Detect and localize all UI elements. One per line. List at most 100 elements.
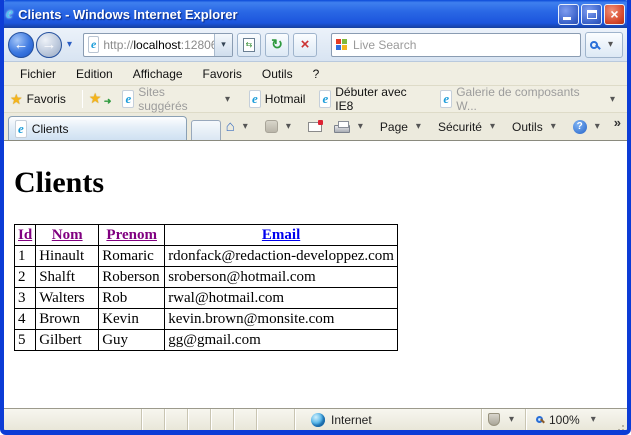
cell-id: 2 [15, 267, 36, 288]
menu-aide[interactable]: ? [303, 64, 330, 84]
galerie-dropdown[interactable]: ▾ [605, 94, 620, 105]
compatibility-view-icon: ⇆ [243, 38, 255, 52]
title-bar: e Clients - Windows Internet Explorer × [0, 0, 631, 28]
minimize-button[interactable] [558, 4, 579, 25]
add-favorite-star-icon: ★ [89, 90, 102, 106]
add-to-favorites-button[interactable]: ★➜ [89, 90, 106, 108]
internet-globe-icon [311, 413, 325, 427]
menu-outils[interactable]: Outils [252, 64, 303, 84]
favorite-hotmail[interactable]: e Hotmail [242, 90, 312, 108]
tab-clients[interactable]: e Clients [8, 116, 187, 140]
compatibility-view-button[interactable]: ⇆ [237, 33, 261, 57]
tools-menu-button[interactable]: Outils ▾ [507, 118, 566, 136]
cell-prenom: Kevin [99, 309, 165, 330]
menu-edition[interactable]: Edition [66, 64, 123, 84]
cell-email: rwal@hotmail.com [165, 288, 398, 309]
recent-pages-dropdown[interactable]: ▾ [62, 39, 77, 50]
tools-dropdown-icon: ▾ [546, 121, 561, 132]
protected-mode-dropdown[interactable]: ▾ [504, 414, 519, 425]
page-menu-button[interactable]: Page ▾ [375, 118, 431, 136]
refresh-button[interactable]: ↻ [265, 33, 289, 57]
favorites-star-icon: ★ [10, 91, 23, 108]
close-button[interactable]: × [604, 4, 625, 25]
resize-grip[interactable] [613, 416, 627, 430]
help-menu-button[interactable]: ? ▾ [568, 118, 610, 136]
favorite-galerie-composants[interactable]: e Galerie de composants W... ▾ [433, 85, 627, 113]
stop-button[interactable]: × [293, 33, 317, 57]
search-box[interactable] [331, 33, 581, 57]
sort-prenom-link[interactable]: Prenom [106, 227, 157, 243]
menu-affichage[interactable]: Affichage [123, 64, 193, 84]
tab-label: Clients [32, 122, 69, 136]
ie-favicon: e [122, 90, 134, 108]
toolbar-overflow-chevron[interactable]: » [612, 113, 625, 130]
status-segment [211, 409, 234, 430]
security-zone-indicator: Internet [295, 409, 482, 430]
cell-email: kevin.brown@monsite.com [165, 309, 398, 330]
status-bar: Internet ▾ 100% ▾ [4, 408, 627, 430]
sort-nom-link[interactable]: Nom [52, 227, 83, 243]
feeds-dropdown[interactable]: ▾ [281, 121, 296, 132]
table-row: 5 Gilbert Guy gg@gmail.com [15, 330, 398, 351]
cell-nom: Brown [36, 309, 99, 330]
read-mail-button[interactable] [303, 120, 327, 134]
table-row: 2 Shalft Roberson sroberson@hotmail.com [15, 267, 398, 288]
sort-id-link[interactable]: Id [18, 227, 32, 243]
cell-nom: Hinault [36, 246, 99, 267]
maximize-button[interactable] [581, 4, 602, 25]
home-dropdown[interactable]: ▾ [238, 121, 253, 132]
table-row: 4 Brown Kevin kevin.brown@monsite.com [15, 309, 398, 330]
status-segment [234, 409, 257, 430]
back-button[interactable]: ← [8, 32, 34, 58]
sites-suggeres-dropdown[interactable]: ▾ [220, 94, 235, 105]
favorites-button[interactable]: Favoris [27, 92, 66, 106]
table-row: 1 Hinault Romaric rdonfack@redaction-dev… [15, 246, 398, 267]
ie-favicon: e [319, 90, 331, 108]
zoom-icon [536, 416, 543, 423]
print-dropdown[interactable]: ▾ [353, 121, 368, 132]
cell-prenom: Guy [99, 330, 165, 351]
cell-email: rdonfack@redaction-developpez.com [165, 246, 398, 267]
feeds-button[interactable]: ▾ [260, 118, 301, 135]
cell-id: 5 [15, 330, 36, 351]
zoom-dropdown[interactable]: ▾ [586, 414, 601, 425]
window-title: Clients - Windows Internet Explorer [18, 7, 558, 22]
separator [82, 90, 83, 108]
new-tab-stub[interactable] [191, 120, 220, 140]
menu-favoris[interactable]: Favoris [193, 64, 252, 84]
search-button[interactable]: ▾ [585, 32, 623, 58]
live-search-logo-icon [336, 39, 348, 51]
help-icon: ? [573, 120, 587, 134]
maximize-icon [587, 10, 597, 19]
stop-icon: × [301, 36, 310, 53]
page-content: Clients Id Nom Prenom Email 1 Hinault Ro… [4, 141, 627, 408]
help-dropdown-icon: ▾ [590, 121, 605, 132]
page-dropdown-icon: ▾ [411, 121, 426, 132]
window-controls: × [558, 4, 625, 25]
cell-prenom: Rob [99, 288, 165, 309]
address-bar[interactable]: e http://localhost:12806/ ▾ [83, 33, 233, 57]
favorite-sites-suggeres[interactable]: e Sites suggérés ▾ [115, 85, 242, 113]
status-segment [188, 409, 211, 430]
forward-button[interactable]: → [36, 32, 62, 58]
home-button[interactable]: ⌂ ▾ [221, 116, 258, 137]
security-menu-button[interactable]: Sécurité ▾ [433, 118, 505, 136]
address-dropdown[interactable]: ▾ [214, 34, 232, 56]
url-text[interactable]: http://localhost:12806/ [103, 38, 214, 52]
status-segment [165, 409, 188, 430]
search-input[interactable] [353, 38, 580, 52]
protected-mode-button[interactable]: ▾ [482, 409, 526, 430]
cell-nom: Walters [36, 288, 99, 309]
favorite-debuter-ie8[interactable]: e Débuter avec IE8 [312, 85, 433, 113]
zoom-control[interactable]: 100% ▾ [526, 409, 613, 430]
search-options-dropdown[interactable]: ▾ [603, 39, 618, 50]
cell-prenom: Romaric [99, 246, 165, 267]
cell-id: 4 [15, 309, 36, 330]
print-button[interactable]: ▾ [329, 118, 373, 135]
shield-icon [488, 413, 500, 426]
home-icon: ⌂ [226, 118, 235, 135]
cell-nom: Gilbert [36, 330, 99, 351]
favorites-bar: ★ Favoris ★➜ e Sites suggérés ▾ e Hotmai… [4, 86, 627, 113]
menu-fichier[interactable]: Fichier [10, 64, 66, 84]
sort-email-link[interactable]: Email [262, 227, 300, 243]
